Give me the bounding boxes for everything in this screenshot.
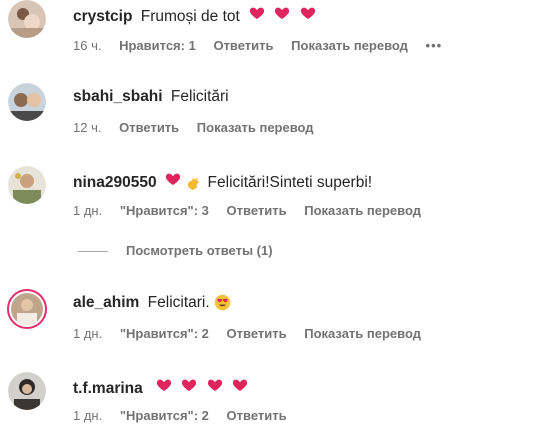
comment-meta: 1 дн. "Нравится": 3 Ответить Показать пе… (73, 203, 435, 218)
username[interactable]: nina290550 (73, 174, 157, 191)
timestamp[interactable]: 12 ч. (73, 120, 101, 135)
avatar[interactable] (8, 0, 46, 38)
comment-body: nina290550 Felicitări!Sinteti superbi! (73, 171, 372, 192)
likes-count[interactable]: "Нравится": 2 (120, 326, 209, 341)
translate-button[interactable]: Показать перевод (291, 38, 408, 53)
heart-icon (232, 379, 248, 391)
timestamp[interactable]: 1 дн. (73, 203, 102, 218)
comment-text: Felicitari. (147, 294, 210, 311)
username[interactable]: sbahi_sbahi (73, 88, 163, 105)
reply-button[interactable]: Ответить (227, 408, 287, 423)
view-replies-button[interactable]: Посмотреть ответы (1) (78, 243, 273, 258)
comment-meta: 1 дн. "Нравится": 2 Ответить Показать пе… (73, 326, 435, 341)
timestamp[interactable]: 1 дн. (73, 408, 102, 423)
comment-text: Felicitări (170, 88, 229, 105)
username[interactable]: t.f.marina (73, 380, 143, 397)
clapping-hands-icon (188, 178, 200, 190)
reply-button[interactable]: Ответить (227, 203, 287, 218)
heart-icon (300, 7, 315, 19)
heart-icon (182, 379, 197, 391)
comment-text: Felicitări!Sinteti superbi! (207, 174, 373, 191)
avatar[interactable] (8, 83, 46, 121)
comment-meta: 12 ч. Ответить Показать перевод (73, 120, 328, 135)
comment-meta: 16 ч. Нравится: 1 Ответить Показать пере… (73, 38, 456, 53)
heart-icon (275, 7, 290, 19)
divider (78, 251, 108, 253)
heart-icon (250, 7, 265, 19)
comment-text: Frumoși de tot (140, 8, 240, 25)
view-replies-label: Посмотреть ответы (1) (126, 243, 273, 258)
avatar[interactable] (8, 372, 46, 410)
heart-icon (165, 173, 181, 185)
likes-count[interactable]: "Нравится": 3 (120, 203, 209, 218)
comment-item: t.f.marina 1 дн. "Нравится": 2 Ответить (0, 372, 556, 432)
heart-icon (207, 379, 222, 391)
timestamp[interactable]: 1 дн. (73, 326, 102, 341)
translate-button[interactable]: Показать перевод (304, 326, 421, 341)
username[interactable]: crystcip (73, 8, 132, 25)
more-options-icon[interactable]: ••• (426, 38, 443, 53)
username[interactable]: ale_ahim (73, 294, 139, 311)
comment-item: nina290550 Felicitări!Sinteti superbi! 1… (0, 166, 556, 226)
heart-icon (156, 379, 172, 391)
heart-eyes-icon (214, 295, 231, 311)
comment-body: crystcip Frumoși de tot (73, 5, 316, 26)
translate-button[interactable]: Показать перевод (197, 120, 314, 135)
comment-item: crystcip Frumoși de tot 16 ч. Нравится: … (0, 0, 556, 60)
comment-item: sbahi_sbahi Felicitări 12 ч. Ответить По… (0, 83, 556, 143)
likes-count[interactable]: "Нравится": 2 (120, 408, 209, 423)
likes-count[interactable]: Нравится: 1 (119, 38, 196, 53)
reply-button[interactable]: Ответить (227, 326, 287, 341)
comment-item: ale_ahim Felicitari. 1 дн. "Нравится": 2… (0, 289, 556, 349)
comment-body: sbahi_sbahi Felicitări (73, 88, 229, 106)
avatar[interactable] (8, 166, 46, 204)
reply-button[interactable]: Ответить (213, 38, 273, 53)
avatar[interactable] (7, 289, 47, 329)
timestamp[interactable]: 16 ч. (73, 38, 101, 53)
comment-meta: 1 дн. "Нравится": 2 Ответить (73, 408, 301, 423)
comment-body: ale_ahim Felicitari. (73, 294, 231, 312)
comment-body: t.f.marina (73, 377, 248, 398)
translate-button[interactable]: Показать перевод (304, 203, 421, 218)
reply-button[interactable]: Ответить (119, 120, 179, 135)
